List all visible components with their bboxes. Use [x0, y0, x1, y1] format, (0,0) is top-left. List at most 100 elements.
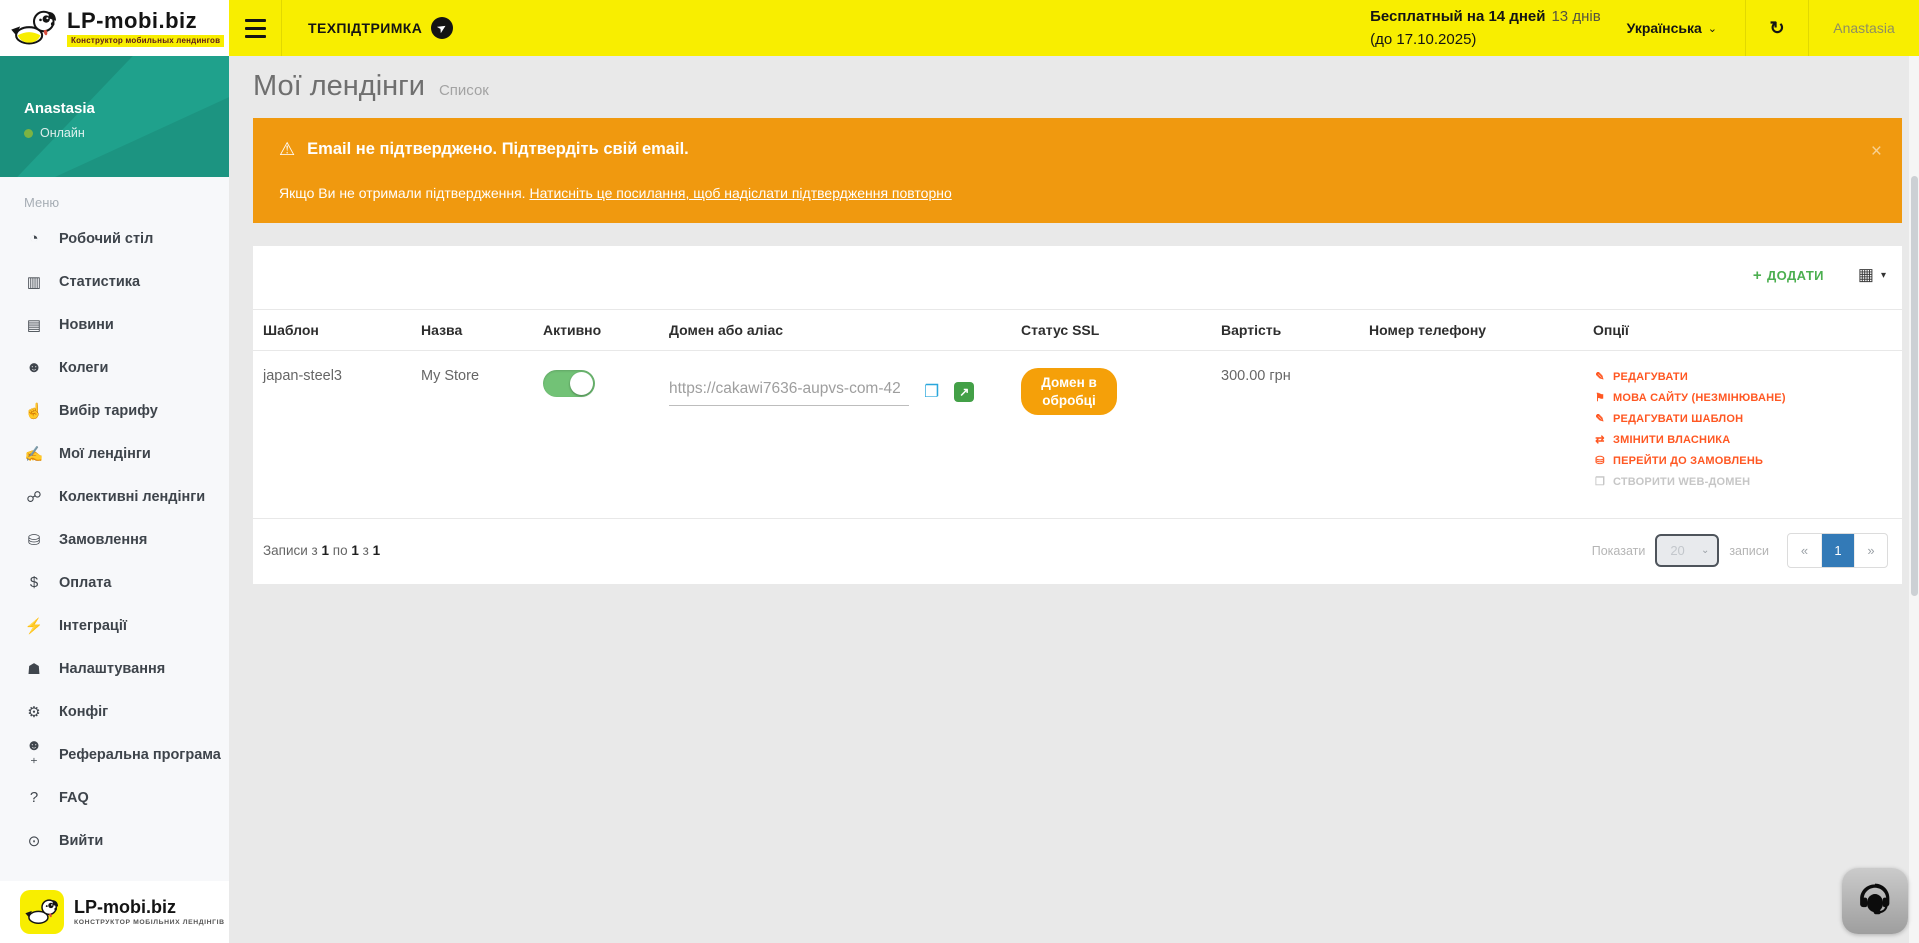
- plug-icon: ⚡: [24, 617, 44, 635]
- support-chat-button[interactable]: [1842, 868, 1908, 934]
- landings-card: + ДОДАТИ ▦ ▾ Шаблон Назва Активн: [253, 246, 1902, 584]
- warning-icon: ⚠: [279, 139, 295, 160]
- sidebar-item-referral[interactable]: ☻⁺Реферальна програма: [0, 733, 229, 776]
- sidebar-item-news[interactable]: ▤Новини: [0, 303, 229, 346]
- pager-next-button[interactable]: »: [1854, 534, 1887, 567]
- online-status-dot: [24, 129, 33, 138]
- topbar: ТЕХПІДТРИМКА ➤ Бесплатный на 14 дней13 д…: [229, 0, 1919, 56]
- sidebar-item-colleagues[interactable]: ☻Колеги: [0, 346, 229, 389]
- table-footer: Записи з 1 по 1 з 1 Показати 20 ⌄ записи…: [253, 519, 1902, 584]
- pager-prev-button[interactable]: «: [1788, 534, 1821, 567]
- domain-input[interactable]: [669, 378, 909, 406]
- dog-mascot-icon: [8, 8, 60, 48]
- writing-hand-icon: ✍: [24, 445, 44, 463]
- columns-toggle-button[interactable]: ▦ ▾: [1858, 265, 1886, 285]
- sidebar-item-settings[interactable]: ☗Налаштування: [0, 647, 229, 690]
- col-ssl: Статус SSL: [1011, 310, 1211, 351]
- cell-template: japan-steel3: [253, 351, 411, 519]
- ssl-status-badge: Домен в обробці: [1021, 368, 1117, 415]
- active-toggle[interactable]: [543, 370, 595, 397]
- pagination: « 1 »: [1787, 533, 1888, 568]
- account-menu[interactable]: Anastasia: [1809, 20, 1919, 36]
- bar-chart-icon: ▥: [24, 273, 44, 291]
- sidebar-item-my-landings[interactable]: ✍Мої лендінги: [0, 432, 229, 475]
- share-icon: ☍: [24, 488, 44, 506]
- trial-plan: Бесплатный на 14 дней: [1370, 8, 1545, 25]
- clone-icon: ❐: [1593, 475, 1607, 488]
- page-subtitle: Список: [439, 82, 489, 99]
- users-icon: ☻: [24, 359, 44, 376]
- edit-icon: ✎: [1593, 370, 1607, 383]
- dog-mascot-icon: [20, 890, 64, 934]
- hamburger-menu-icon[interactable]: [229, 0, 281, 56]
- table-header-row: Шаблон Назва Активно Домен або аліас Ста…: [253, 310, 1902, 351]
- scrollbar-thumb[interactable]: [1911, 176, 1918, 596]
- pager-page-1[interactable]: 1: [1821, 534, 1854, 567]
- col-domain: Домен або аліас: [659, 310, 1011, 351]
- sidebar-item-integrations[interactable]: ⚡Інтеграції: [0, 604, 229, 647]
- edit-icon: ✎: [1593, 412, 1607, 425]
- records-info: Записи з 1 по 1 з 1: [263, 543, 380, 558]
- sidebar-item-dashboard[interactable]: ◔Робочий стіл: [0, 217, 229, 260]
- question-icon: ?: [24, 789, 44, 806]
- records-label: записи: [1729, 544, 1769, 558]
- table-row: japan-steel3 My Store ❐ ↗ Домен в обробц…: [253, 351, 1902, 519]
- option-site-language[interactable]: ⚑МОВА САЙТУ (НЕЗМІНЮВАНЕ): [1593, 391, 1892, 404]
- online-status-label: Онлайн: [40, 126, 85, 140]
- scrollbar[interactable]: [1908, 56, 1919, 943]
- add-landing-button[interactable]: + ДОДАТИ: [1753, 267, 1824, 284]
- cell-name: My Store: [411, 351, 533, 519]
- page-size-select[interactable]: 20 ⌄: [1655, 534, 1719, 567]
- banner-body-text: Якщо Ви не отримали підтвердження.: [279, 185, 529, 201]
- plus-icon: +: [1753, 267, 1762, 284]
- sidebar: Anastasia Онлайн Меню ◔Робочий стіл ▥Ста…: [0, 56, 229, 943]
- sidebar-footer-logo[interactable]: LP-mobi.biz КОНСТРУКТОР МОБІЛЬНИХ ЛЕНДІН…: [0, 881, 229, 943]
- language-icon: ⚑: [1593, 391, 1607, 404]
- sidebar-item-collective-landings[interactable]: ☍Колективні лендінги: [0, 475, 229, 518]
- app-window: LP-mobi.biz Конструктор мобильных лендин…: [0, 0, 1919, 943]
- tech-support-label: ТЕХПІДТРИМКА: [308, 20, 422, 36]
- menu-heading: Меню: [0, 177, 229, 217]
- landings-table: Шаблон Назва Активно Домен або аліас Ста…: [253, 309, 1902, 519]
- sidebar-item-orders[interactable]: ⛁Замовлення: [0, 518, 229, 561]
- brand-tagline: Конструктор мобильных лендингов: [67, 35, 224, 47]
- footer-brand-name: LP-mobi.biz: [74, 898, 225, 918]
- options-list: ✎РЕДАГУВАТИ ⚑МОВА САЙТУ (НЕЗМІНЮВАНЕ) ✎Р…: [1593, 368, 1892, 488]
- hand-pointer-icon: ☝: [24, 402, 44, 420]
- cart-icon: ⛁: [24, 531, 44, 549]
- option-change-owner[interactable]: ⇄ЗМІНИТИ ВЛАСНИКА: [1593, 433, 1892, 446]
- footer-brand-tagline: КОНСТРУКТОР МОБІЛЬНИХ ЛЕНДІНГІВ: [74, 919, 225, 926]
- headset-icon: [1854, 880, 1896, 922]
- copy-icon[interactable]: ❐: [924, 382, 939, 402]
- gears-icon: ⚙: [24, 703, 44, 721]
- col-options: Опції: [1583, 310, 1902, 351]
- sidebar-item-tariff[interactable]: ☝Вибір тарифу: [0, 389, 229, 432]
- language-label: Українська: [1627, 20, 1702, 36]
- sidebar-item-statistics[interactable]: ▥Статистика: [0, 260, 229, 303]
- user-name: Anastasia: [24, 100, 229, 117]
- brand-logo[interactable]: LP-mobi.biz Конструктор мобильных лендин…: [0, 0, 229, 56]
- option-edit-template[interactable]: ✎РЕДАГУВАТИ ШАБЛОН: [1593, 412, 1892, 425]
- chevron-down-icon: ▾: [1881, 270, 1886, 281]
- sidebar-menu: ◔Робочий стіл ▥Статистика ▤Новини ☻Колег…: [0, 217, 229, 862]
- resend-confirmation-link[interactable]: Натисніть це посилання, щоб надіслати пі…: [529, 185, 951, 201]
- option-go-to-orders[interactable]: ⛁ПЕРЕЙТИ ДО ЗАМОВЛЕНЬ: [1593, 454, 1892, 467]
- main-content: Мої лендінги Список ⚠ Email не підтвердж…: [229, 56, 1919, 943]
- banner-title-text: Email не підтверджено. Підтвердіть свій …: [307, 140, 689, 159]
- cart-icon: ⛁: [1593, 454, 1607, 467]
- close-icon[interactable]: ×: [1871, 142, 1882, 161]
- external-link-icon[interactable]: ↗: [954, 382, 974, 402]
- email-warning-banner: ⚠ Email не підтверджено. Підтвердіть сві…: [253, 118, 1902, 223]
- option-edit[interactable]: ✎РЕДАГУВАТИ: [1593, 370, 1892, 383]
- col-name: Назва: [411, 310, 533, 351]
- language-selector[interactable]: Українська ⌄: [1627, 20, 1717, 36]
- sidebar-item-faq[interactable]: ?FAQ: [0, 776, 229, 819]
- col-price: Вартість: [1211, 310, 1359, 351]
- sidebar-item-config[interactable]: ⚙Конфіг: [0, 690, 229, 733]
- col-active: Активно: [533, 310, 659, 351]
- sidebar-item-logout[interactable]: ⊙Вийти: [0, 819, 229, 862]
- refresh-icon: ↻: [1769, 18, 1784, 39]
- sidebar-item-payment[interactable]: $Оплата: [0, 561, 229, 604]
- refresh-button[interactable]: ↻: [1746, 0, 1808, 56]
- tech-support-button[interactable]: ТЕХПІДТРИМКА ➤: [308, 17, 453, 39]
